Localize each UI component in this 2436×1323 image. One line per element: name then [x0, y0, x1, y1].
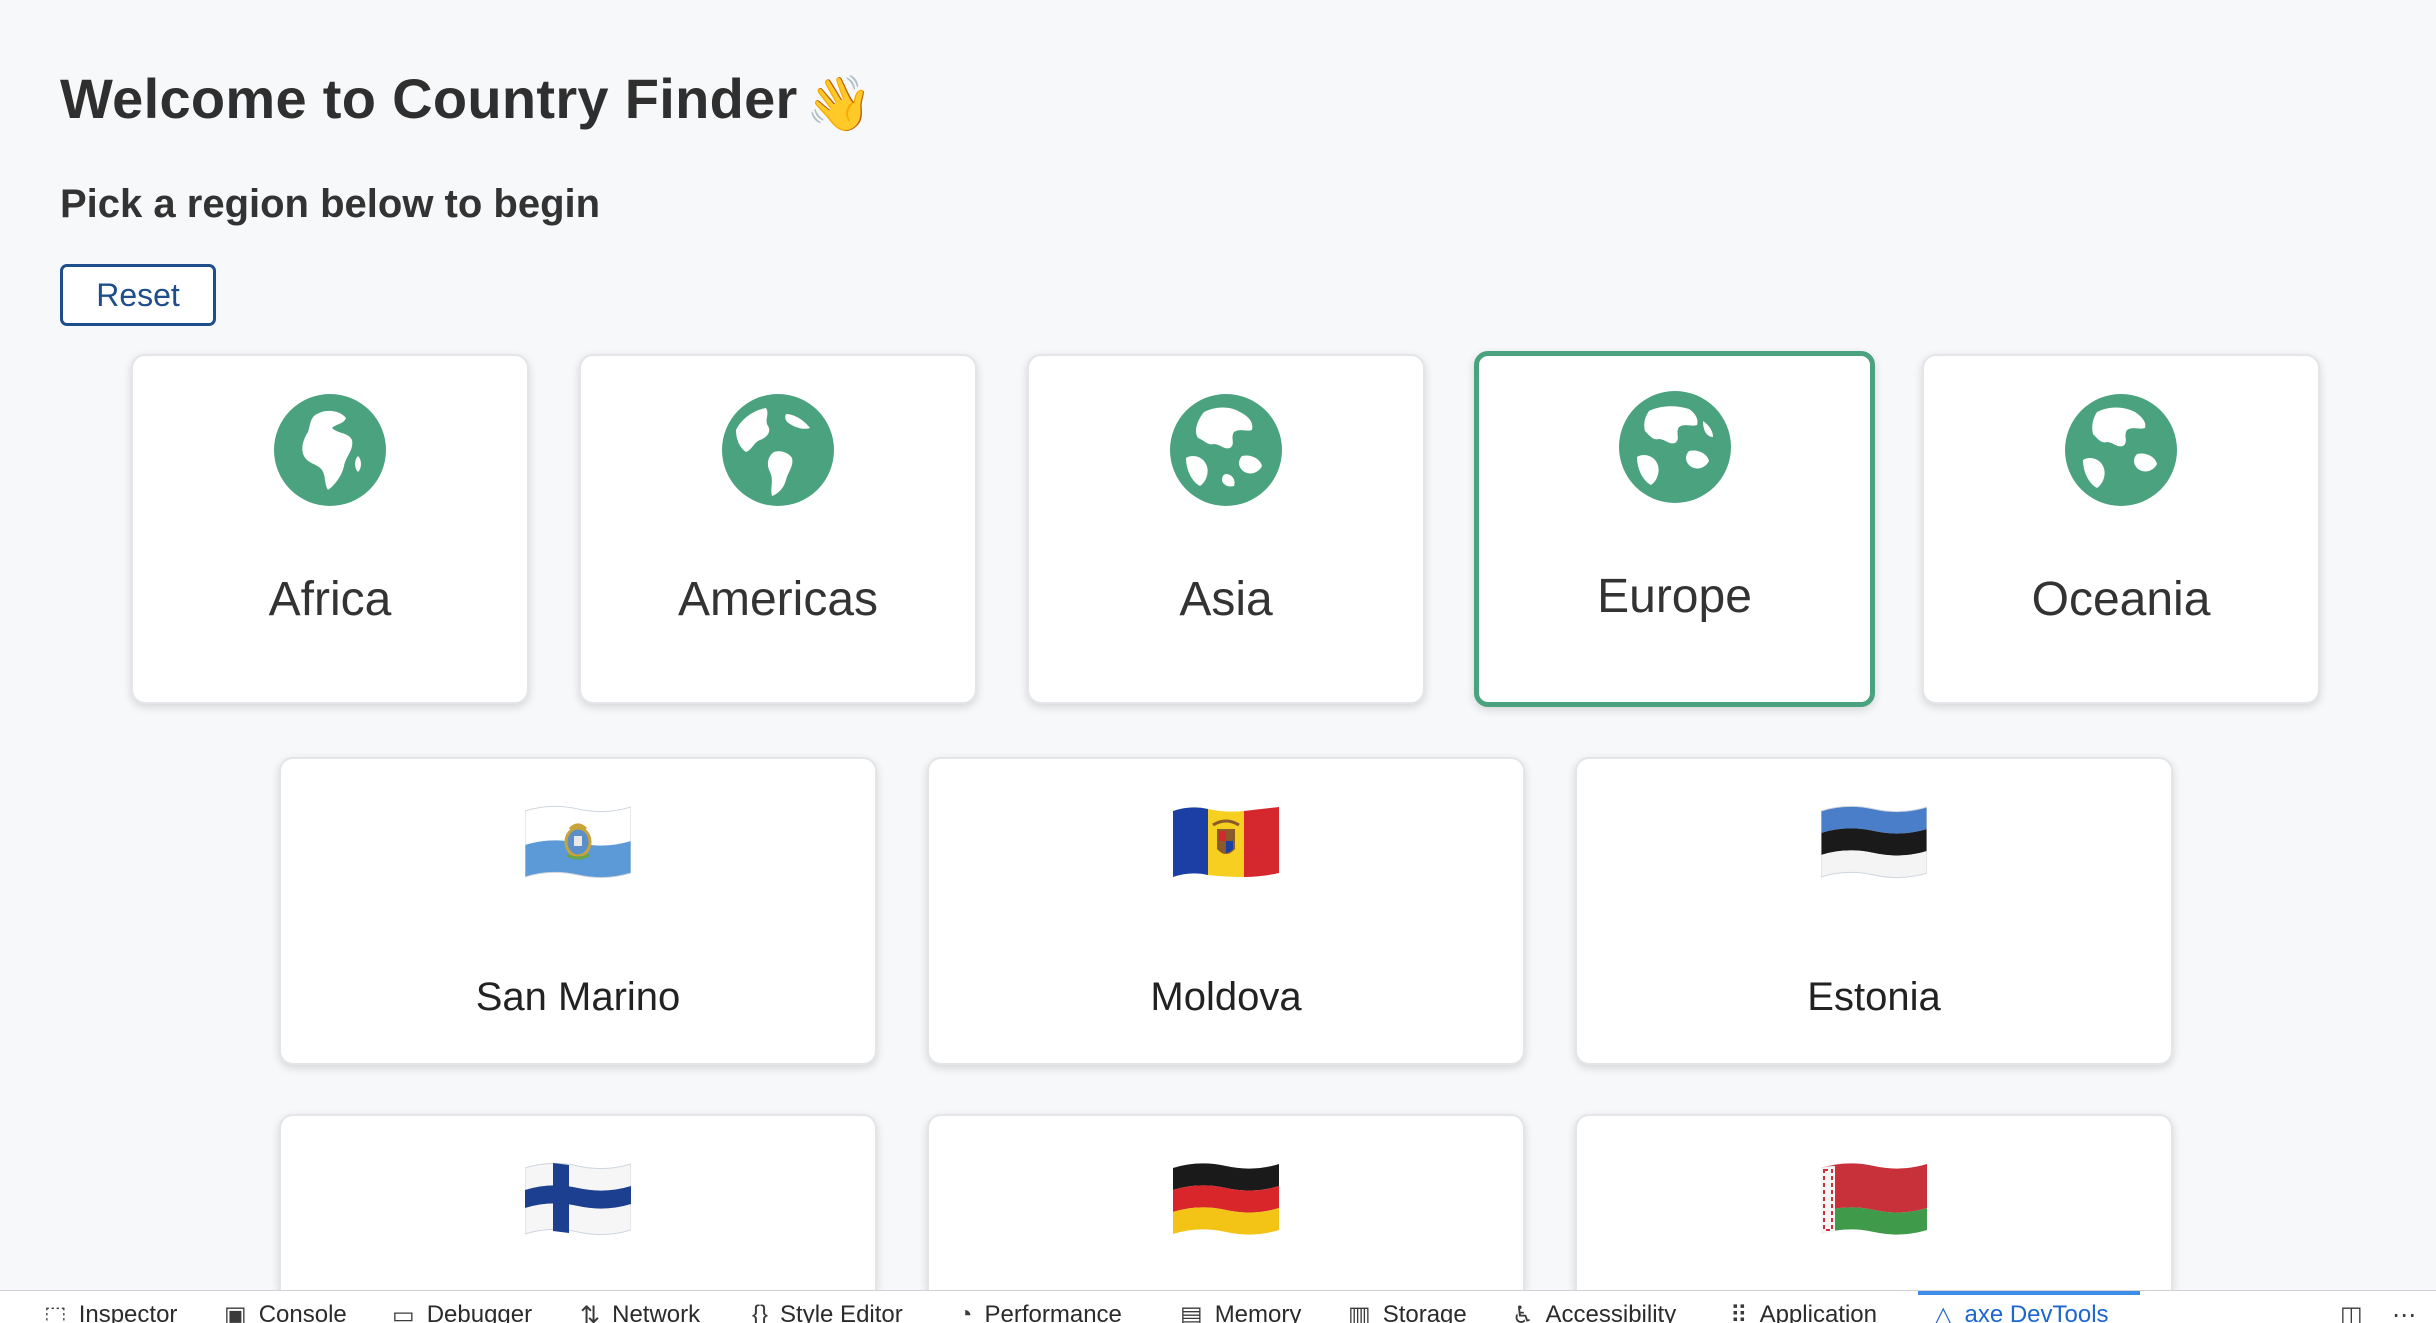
- country-name-san-marino: San Marino: [475, 975, 681, 1019]
- globe-africa-icon: [274, 394, 386, 506]
- more-options-button[interactable]: ⋯: [2392, 1301, 2428, 1323]
- country-name-estonia: Estonia: [1807, 975, 1941, 1019]
- devtools-toolbar: ⬚ Inspector ▣ Console ▭ Debugger ⇅ Netwo…: [0, 1290, 2436, 1323]
- tab-inspector-label: Inspector: [78, 1301, 178, 1323]
- tab-axe-devtools[interactable]: △ axe DevTools: [1934, 1301, 2109, 1323]
- flag-moldova-icon: [1173, 807, 1279, 877]
- globe-asia-icon: [1170, 394, 1282, 506]
- country-card-san-marino[interactable]: San Marino: [279, 757, 877, 1065]
- region-label-oceania: Oceania: [2031, 573, 2211, 626]
- globe-americas-icon: [722, 394, 834, 506]
- storage-icon: ▥: [1348, 1302, 1371, 1323]
- dock-toggle-button[interactable]: ◫: [2340, 1301, 2375, 1323]
- tab-network[interactable]: ⇅ Network: [580, 1301, 700, 1323]
- waving-hand-icon: 👋: [805, 74, 874, 134]
- tab-network-label: Network: [612, 1301, 701, 1323]
- page-title: Welcome to Country Finder 👋: [60, 66, 873, 136]
- debugger-icon: ▭: [392, 1302, 415, 1323]
- country-card-estonia[interactable]: Estonia: [1575, 757, 2173, 1065]
- tab-memory-label: Memory: [1214, 1301, 1302, 1323]
- region-card-americas[interactable]: Americas: [579, 354, 977, 704]
- tab-accessibility[interactable]: ♿ Accessibility: [1512, 1301, 1676, 1323]
- region-card-africa[interactable]: Africa: [131, 354, 529, 704]
- devtools-active-indicator: [1918, 1291, 2140, 1295]
- tab-accessibility-label: Accessibility: [1545, 1301, 1677, 1323]
- country-name-moldova: Moldova: [1150, 975, 1302, 1019]
- region-label-africa: Africa: [268, 573, 392, 626]
- inspector-icon: ⬚: [44, 1302, 67, 1323]
- tab-style-editor-label: Style Editor: [780, 1301, 903, 1323]
- tab-performance-label: Performance: [984, 1301, 1122, 1323]
- globe-europe-icon: [1618, 391, 1731, 503]
- tab-console-label: Console: [258, 1301, 347, 1323]
- region-card-oceania[interactable]: Oceania: [1922, 354, 2320, 704]
- tab-debugger-label: Debugger: [426, 1301, 533, 1323]
- flag-finland-icon: [525, 1162, 631, 1236]
- globe-oceania-icon: [2065, 394, 2177, 506]
- tab-debugger[interactable]: ▭ Debugger: [392, 1301, 532, 1323]
- country-card-germany[interactable]: [927, 1114, 1525, 1290]
- performance-icon: ◔: [958, 1301, 973, 1323]
- network-icon: ⇅: [580, 1302, 601, 1323]
- console-icon: ▣: [224, 1302, 247, 1323]
- tab-storage[interactable]: ▥ Storage: [1348, 1301, 1467, 1323]
- flag-germany-icon: [1173, 1163, 1279, 1235]
- page-subtitle: Pick a region below to begin: [60, 182, 601, 226]
- region-label-americas: Americas: [677, 573, 879, 626]
- axe-icon: △: [1934, 1302, 1953, 1323]
- accessibility-icon: ♿: [1512, 1302, 1534, 1323]
- flag-belarus-icon: [1821, 1163, 1927, 1235]
- tab-storage-label: Storage: [1382, 1301, 1467, 1323]
- tab-inspector[interactable]: ⬚ Inspector: [44, 1301, 177, 1323]
- region-label-europe: Europe: [1597, 570, 1752, 623]
- tab-style-editor[interactable]: {} Style Editor: [752, 1301, 903, 1323]
- flag-estonia-icon: [1821, 805, 1927, 879]
- tab-performance[interactable]: ◔ Performance: [958, 1301, 1122, 1323]
- country-card-moldova[interactable]: Moldova: [927, 757, 1525, 1065]
- tab-console[interactable]: ▣ Console: [224, 1301, 347, 1323]
- tab-application-label: Application: [1759, 1301, 1877, 1323]
- region-card-europe[interactable]: Europe: [1474, 351, 1875, 707]
- country-card-belarus[interactable]: [1575, 1114, 2173, 1290]
- tab-axe-devtools-label: axe DevTools: [1964, 1301, 2109, 1323]
- style-editor-icon: {}: [752, 1301, 769, 1323]
- tab-memory[interactable]: ▤ Memory: [1180, 1301, 1301, 1323]
- dock-icon: ◫: [2340, 1302, 2363, 1323]
- region-label-asia: Asia: [1179, 573, 1273, 626]
- tab-application[interactable]: ⠿ Application: [1730, 1301, 1877, 1323]
- application-icon: ⠿: [1730, 1302, 1748, 1323]
- page-title-text: Welcome to Country Finder: [60, 67, 798, 130]
- flag-san-marino-icon: [525, 805, 631, 879]
- region-card-asia[interactable]: Asia: [1027, 354, 1425, 704]
- more-options-icon: ⋯: [2392, 1302, 2416, 1323]
- country-card-finland[interactable]: [279, 1114, 877, 1290]
- reset-button[interactable]: Reset: [60, 264, 216, 326]
- memory-icon: ▤: [1180, 1302, 1203, 1323]
